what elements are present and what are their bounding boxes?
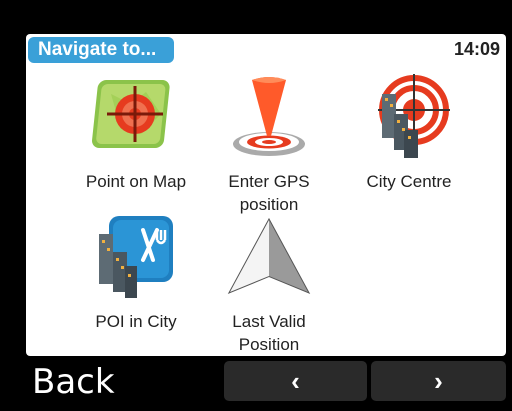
back-button[interactable]: Back [32,358,115,406]
city-centre-label: City Centre [366,172,452,191]
map-crosshair-icon [91,74,181,164]
poi-city-icon [91,214,181,304]
poi-in-city-button[interactable]: POI in City [61,214,211,333]
gps-pin-icon [224,74,314,164]
navigate-menu-screen: Navigate to... 14:09 Point on Map Enter … [26,34,506,356]
city-centre-icon [364,74,454,164]
point-on-map-button[interactable]: Point on Map [61,74,211,193]
previous-page-button[interactable]: ‹ [224,361,367,401]
next-page-button[interactable]: › [371,361,506,401]
poi-in-city-label: POI in City [95,312,177,331]
last-valid-position-button[interactable]: Last Valid Position [194,214,344,356]
chevron-left-icon: ‹ [291,366,300,396]
bottom-bar: Back ‹ › [0,356,512,411]
city-centre-button[interactable]: City Centre [334,74,484,193]
clock: 14:09 [453,39,500,59]
chevron-right-icon: › [434,366,443,396]
point-on-map-label: Point on Map [85,172,187,191]
last-position-icon [224,214,314,304]
enter-gps-position-button[interactable]: Enter GPS position [194,74,344,216]
page-title: Navigate to... [28,37,175,63]
enter-gps-position-label: Enter GPS position [228,172,310,214]
last-valid-position-label: Last Valid Position [232,312,306,354]
navigation-device: Navigate to... 14:09 Point on Map Enter … [0,0,512,411]
